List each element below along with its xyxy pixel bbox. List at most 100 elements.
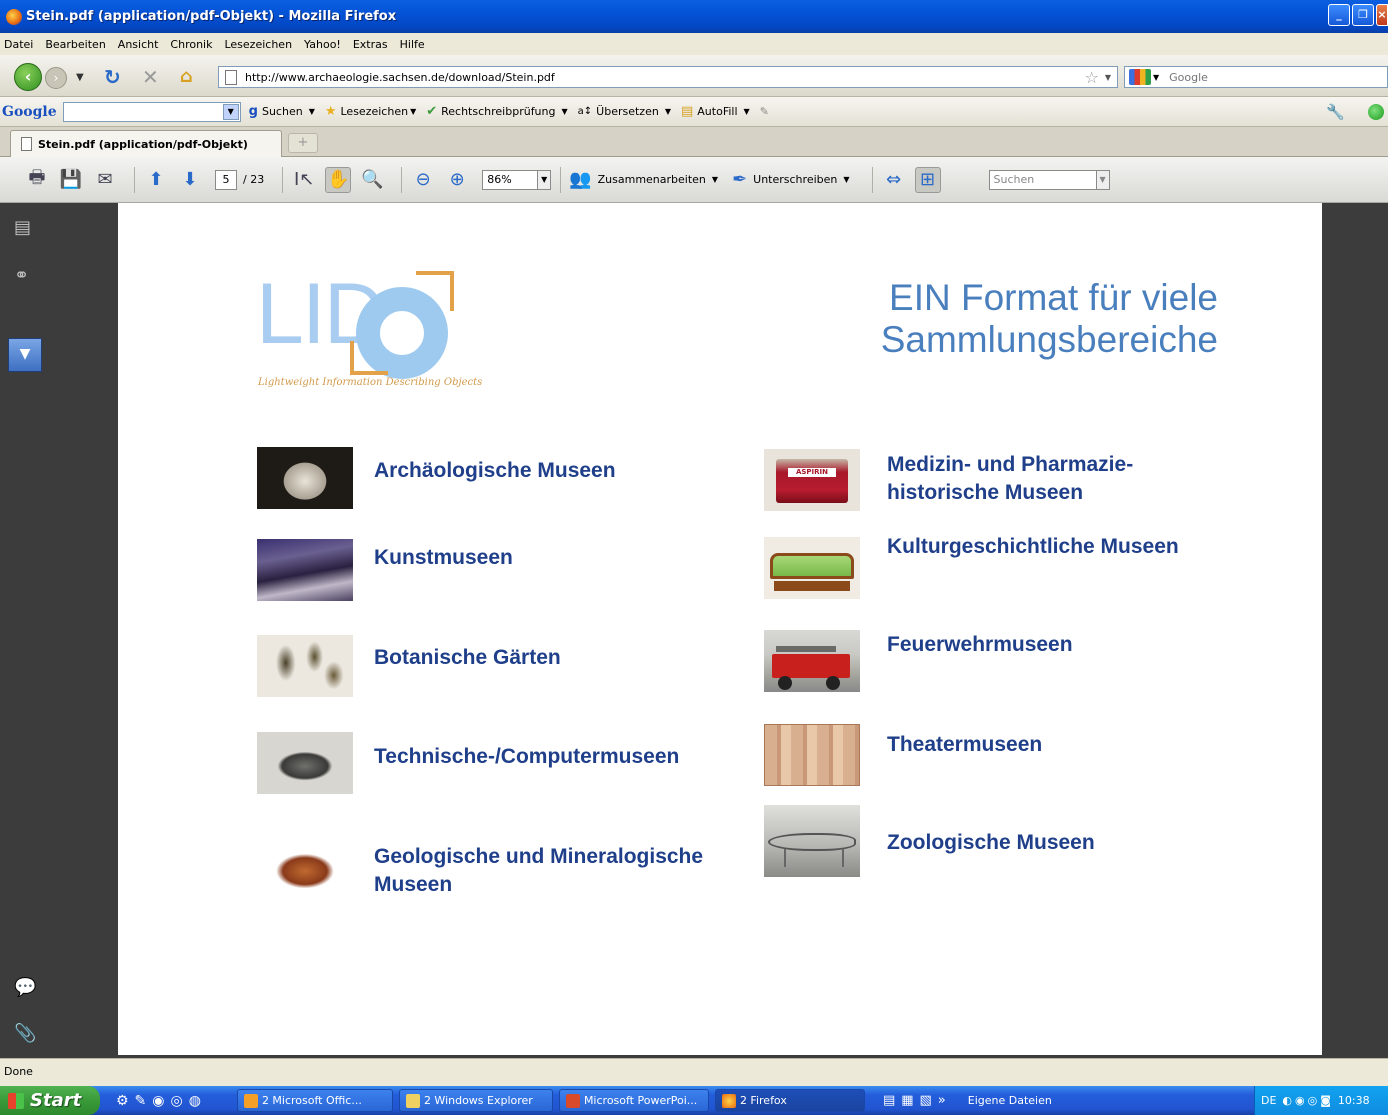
menu-bearbeiten[interactable]: Bearbeiten xyxy=(45,38,105,51)
google-search-button[interactable]: g Suchen ▼ xyxy=(249,104,315,119)
toolbar-divider xyxy=(134,166,135,193)
taskbar-toolbar-icons[interactable]: ▤▦▧» xyxy=(883,1093,952,1108)
status-green-icon[interactable] xyxy=(1368,104,1384,120)
google-toolbar: Google ▼ g Suchen ▼ ★ Lesezeichen ▼ ✔ Re… xyxy=(0,97,1388,127)
autofill-button[interactable]: ▤ AutoFill ▼ xyxy=(681,104,750,119)
logo-corner-top xyxy=(416,271,454,311)
pencil-icon[interactable]: ✎ xyxy=(760,105,769,118)
title-line-1: EIN Format für viele xyxy=(889,277,1218,318)
zoom-in-icon[interactable]: ⊕ xyxy=(444,167,470,193)
menu-datei[interactable]: Datei xyxy=(4,38,33,51)
comments-icon[interactable]: 💬 xyxy=(14,977,36,998)
chevron-down-icon[interactable]: ▼ xyxy=(843,175,849,184)
menu-hilfe[interactable]: Hilfe xyxy=(400,38,425,51)
menu-ansicht[interactable]: Ansicht xyxy=(118,38,159,51)
maximize-button[interactable]: ❐ xyxy=(1352,4,1374,26)
binoculars-icon[interactable]: ⚭ xyxy=(14,265,29,286)
zoom-out-icon[interactable]: ⊖ xyxy=(410,167,436,193)
taskbar-item-explorer[interactable]: 2 Windows Explorer xyxy=(398,1089,553,1112)
chevron-down-icon[interactable]: ▼ xyxy=(562,107,568,116)
category-geology-line-1: Geologische und Mineralogische xyxy=(374,845,704,868)
print-icon[interactable]: 🖶 xyxy=(24,167,50,193)
back-button[interactable]: ‹ xyxy=(14,63,42,91)
reload-icon[interactable]: ↻ xyxy=(104,65,121,89)
firefighting-image xyxy=(764,630,860,692)
pages-panel-icon[interactable]: ▤ xyxy=(14,217,31,238)
search-engine-icon[interactable] xyxy=(1129,69,1151,85)
autofill-label: AutoFill xyxy=(697,105,738,118)
category-cultural-history: Kulturgeschichtliche Museen xyxy=(887,535,1179,558)
translate-button[interactable]: a↕ Übersetzen ▼ xyxy=(578,105,671,118)
firefox-icon xyxy=(6,8,22,25)
google-search-label: Suchen xyxy=(261,105,303,118)
google-search-field[interactable]: ▼ xyxy=(62,101,241,122)
category-botany: Botanische Gärten xyxy=(374,646,561,669)
sign-button[interactable]: ✒ Unterschreiben ▼ xyxy=(732,169,849,190)
select-tool-icon[interactable]: I↖ xyxy=(291,167,317,193)
google-logo[interactable]: Google xyxy=(2,104,57,120)
google-search-dropdown-icon[interactable]: ▼ xyxy=(222,103,239,120)
powerpoint-icon xyxy=(565,1093,580,1108)
taskbar-folder-eigene-dateien[interactable]: Eigene Dateien xyxy=(958,1089,1058,1112)
logo-corner-bottom xyxy=(350,341,388,375)
stop-icon[interactable]: ✕ xyxy=(142,65,159,89)
menu-chronik[interactable]: Chronik xyxy=(170,38,212,51)
bookmark-star-icon[interactable]: ☆ xyxy=(1085,68,1099,87)
collaborate-button[interactable]: 👥 Zusammenarbeiten ▼ xyxy=(569,169,718,190)
toolbar-divider xyxy=(282,166,284,193)
zoom-level-select[interactable]: 86% ▼ xyxy=(482,169,552,190)
fit-width-icon[interactable]: ⇔ xyxy=(881,167,907,193)
chevron-down-icon[interactable]: ▼ xyxy=(712,175,718,184)
language-indicator[interactable]: DE xyxy=(1261,1094,1276,1107)
menu-extras[interactable]: Extras xyxy=(353,38,388,51)
start-button[interactable]: Start xyxy=(0,1086,100,1115)
chevron-down-icon[interactable]: ▼ xyxy=(309,107,315,116)
page-icon xyxy=(21,137,32,151)
url-bar[interactable]: ☆ ▼ xyxy=(218,66,1118,88)
tab-stein-pdf[interactable]: Stein.pdf (application/pdf-Objekt) xyxy=(10,130,282,157)
taskbar-item-office[interactable]: 2 Microsoft Offic... xyxy=(236,1089,393,1112)
chevron-down-icon[interactable]: ▼ xyxy=(744,107,750,116)
close-button[interactable]: × xyxy=(1376,4,1388,26)
forward-button[interactable]: › xyxy=(45,67,67,89)
wrench-icon[interactable]: 🔧 xyxy=(1326,103,1345,121)
history-dropdown-icon[interactable]: ▼ xyxy=(76,72,84,83)
menu-yahoo[interactable]: Yahoo! xyxy=(304,38,341,51)
search-engine-dropdown-icon[interactable]: ▼ xyxy=(1153,73,1159,82)
tab-label: Stein.pdf (application/pdf-Objekt) xyxy=(38,137,248,151)
save-icon[interactable]: 💾 xyxy=(58,167,84,193)
collaborate-icon: 👥 xyxy=(569,169,592,190)
previous-page-icon[interactable]: ⬆ xyxy=(143,167,169,193)
minimize-button[interactable]: _ xyxy=(1328,4,1350,26)
spellcheck-button[interactable]: ✔ Rechtschreibprüfung ▼ xyxy=(426,104,567,119)
chevron-down-icon[interactable]: ▼ xyxy=(665,107,671,116)
marquee-zoom-icon[interactable]: 🔍 xyxy=(359,167,385,193)
url-input[interactable] xyxy=(245,70,1085,84)
clock[interactable]: 10:38 xyxy=(1338,1094,1370,1107)
page-number-input[interactable]: 5 xyxy=(215,169,237,190)
search-box[interactable]: ▼ xyxy=(1124,66,1388,88)
fit-page-icon[interactable]: ⊞ xyxy=(914,166,941,193)
category-medicine-line-1: Medizin- und Pharmazie- xyxy=(887,453,1134,476)
email-icon[interactable]: ✉ xyxy=(92,167,118,193)
search-input[interactable] xyxy=(1169,70,1350,84)
find-dropdown-icon[interactable]: ▼ xyxy=(1095,169,1110,190)
home-icon[interactable]: ⌂ xyxy=(180,66,193,87)
new-tab-button[interactable]: + xyxy=(288,133,318,153)
quick-launch-icons[interactable]: ⚙✎◉◎◍ xyxy=(116,1093,207,1109)
google-bookmarks-button[interactable]: ★ Lesezeichen ▼ xyxy=(325,104,416,119)
hand-tool-icon[interactable]: ✋ xyxy=(325,166,352,193)
expand-pane-icon[interactable]: ▼ xyxy=(8,338,42,372)
menu-lesezeichen[interactable]: Lesezeichen xyxy=(224,38,292,51)
taskbar-item-firefox[interactable]: 2 Firefox xyxy=(714,1089,865,1112)
tray-icons[interactable]: ◐◉◎◙ xyxy=(1282,1094,1333,1107)
zoom-value: 86% xyxy=(487,172,512,186)
page-icon xyxy=(225,69,237,85)
find-input[interactable]: Suchen ▼ xyxy=(988,169,1110,190)
url-dropdown-icon[interactable]: ▼ xyxy=(1105,73,1111,82)
attachments-icon[interactable]: 📎 xyxy=(14,1023,36,1044)
chevron-down-icon[interactable]: ▼ xyxy=(410,107,416,116)
taskbar-item-powerpoint[interactable]: Microsoft PowerPoi... xyxy=(558,1089,709,1112)
next-page-icon[interactable]: ⬇ xyxy=(177,167,203,193)
zoom-dropdown-icon[interactable]: ▼ xyxy=(537,169,552,190)
